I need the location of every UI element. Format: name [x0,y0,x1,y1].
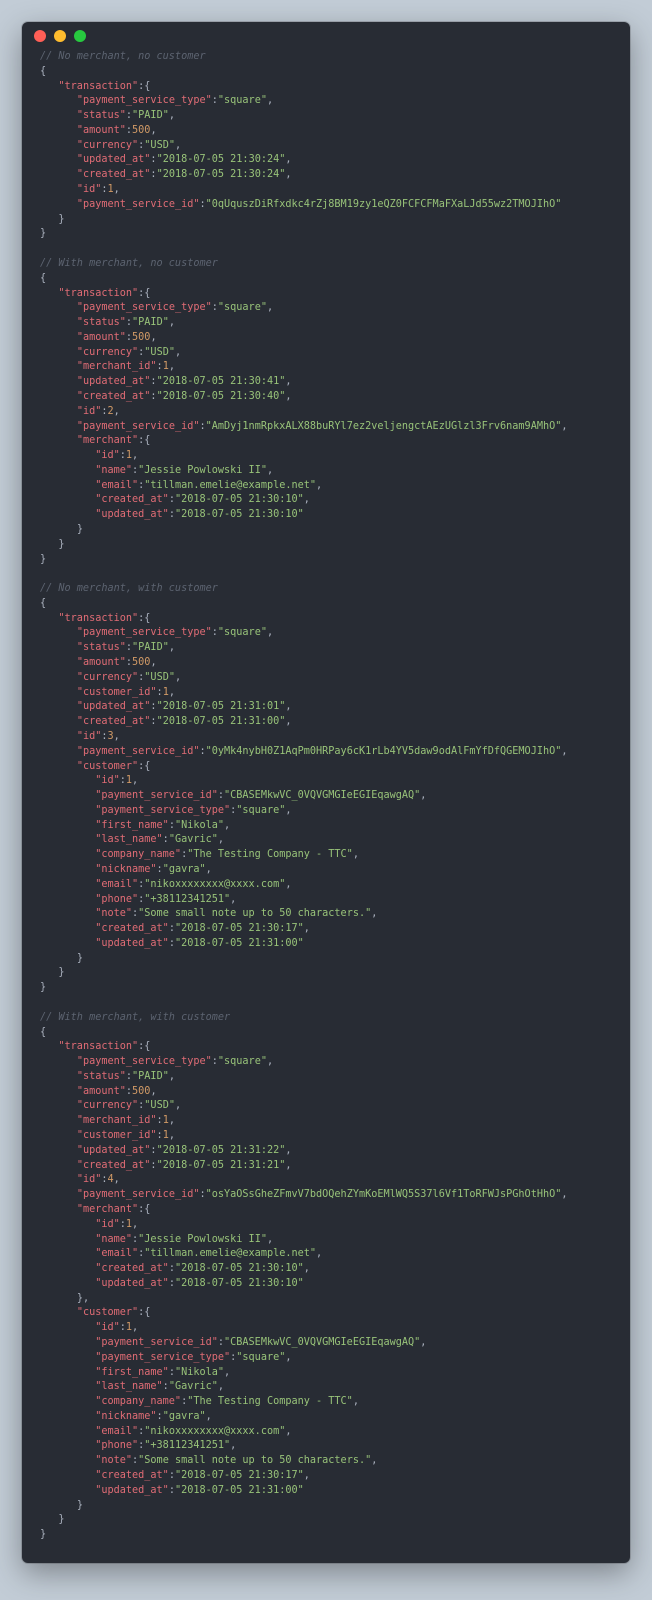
window-titlebar [22,22,630,50]
zoom-icon[interactable] [74,30,86,42]
code-content: // No merchant, no customer { "transacti… [22,50,630,1563]
code-window: // No merchant, no customer { "transacti… [22,22,630,1563]
close-icon[interactable] [34,30,46,42]
minimize-icon[interactable] [54,30,66,42]
